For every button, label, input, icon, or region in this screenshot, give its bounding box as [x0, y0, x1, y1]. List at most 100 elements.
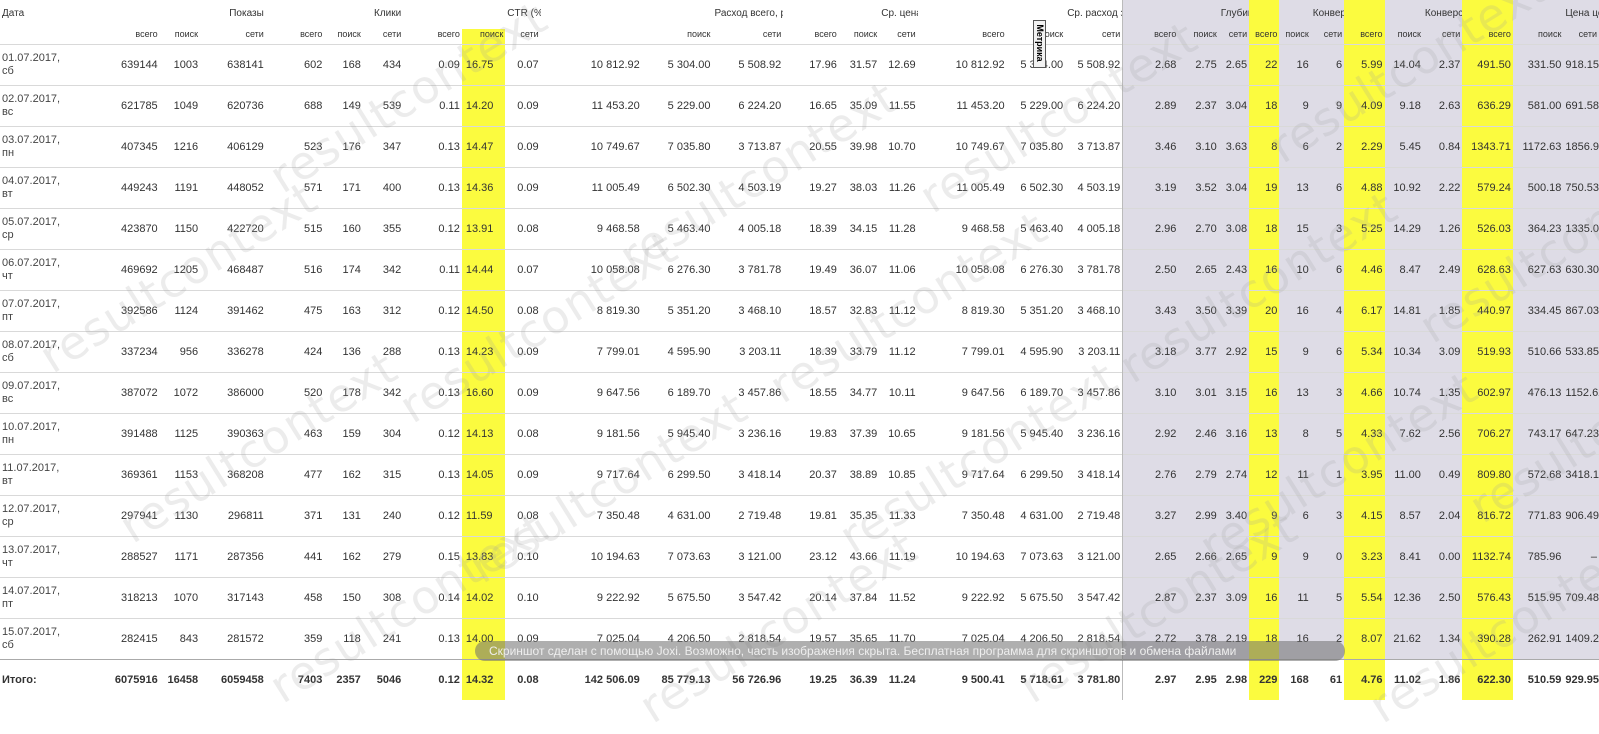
date-cell: 02.07.2017, вс: [0, 85, 71, 127]
table-cell: 6: [1310, 331, 1345, 373]
sub-header: поиск: [1178, 29, 1219, 45]
table-cell: 9 717.64: [540, 454, 642, 496]
table-cell: 16: [1279, 290, 1311, 332]
table-cell: 334.45: [1512, 290, 1564, 332]
table-cell: 13: [1249, 413, 1280, 455]
table-row: 14.07.2017, пт 318213 1070 317143 458 150 308 0.…: [0, 577, 1599, 619]
table-cell: 2.22: [1422, 167, 1463, 209]
sub-header: всего: [1122, 29, 1179, 45]
table-cell: 5 675.50: [641, 577, 713, 619]
table-cell: 4 631.00: [641, 495, 713, 537]
table-cell: 515: [265, 208, 325, 250]
table-cell: 0.09: [505, 331, 541, 373]
table-cell: 0.11: [403, 249, 462, 291]
metrika-tab[interactable]: Метрика: [1033, 20, 1046, 68]
table-cell: 7 035.80: [1006, 126, 1066, 168]
date-cell: 03.07.2017, пн: [0, 126, 71, 168]
table-cell: 2.92: [1122, 413, 1179, 455]
table-cell: 21.62: [1384, 618, 1423, 660]
table-cell: 630.30: [1563, 249, 1599, 291]
table-cell: 2.49: [1422, 249, 1463, 291]
header-depth: Глубина (стр.): [1218, 0, 1250, 29]
table-row: 02.07.2017, вс 621785 1049 620736 688 149 539 0.…: [0, 85, 1599, 127]
table-cell: 6075916: [70, 659, 160, 700]
table-cell: 5 463.40: [641, 208, 713, 250]
table-cell: 2.68: [1122, 44, 1179, 86]
table-cell: 2 719.48: [712, 495, 784, 537]
table-cell: 440.97: [1462, 290, 1513, 332]
table-cell: 318213: [70, 577, 160, 619]
table-cell: 3.18: [1122, 331, 1179, 373]
table-cell: 304: [362, 413, 404, 455]
table-cell: 3.40: [1218, 495, 1250, 537]
table-cell: 337234: [70, 331, 160, 373]
table-cell: 279: [362, 536, 404, 578]
table-row: 13.07.2017, чт 288527 1171 287356 441 162 279 0.…: [0, 536, 1599, 578]
table-cell: 11 453.20: [917, 85, 1007, 127]
table-cell: 510.59: [1512, 659, 1564, 700]
table-cell: 476.13: [1512, 372, 1564, 414]
table-cell: 5 304.00: [641, 44, 713, 86]
table-cell: 10.11: [879, 372, 918, 414]
table-cell: 11.02: [1384, 659, 1423, 700]
table-cell: 336278: [200, 331, 266, 373]
table-cell: 5 945.40: [1006, 413, 1066, 455]
table-cell: 19.27: [783, 167, 839, 209]
table-cell: 331.50: [1512, 44, 1564, 86]
table-cell: 956: [159, 331, 201, 373]
table-cell: 0.11: [403, 85, 462, 127]
table-cell: 515.95: [1512, 577, 1564, 619]
table-cell: 369361: [70, 454, 160, 496]
table-cell: 526.03: [1462, 208, 1513, 250]
table-cell: 7 350.48: [917, 495, 1007, 537]
table-cell: 8: [1279, 413, 1311, 455]
table-cell: 1125: [159, 413, 201, 455]
date-value: 09.07.2017,: [2, 380, 61, 392]
table-cell: 2.96: [1122, 208, 1179, 250]
table-cell: 2.29: [1344, 126, 1385, 168]
table-cell: 11.12: [879, 331, 918, 373]
table-cell: 809.80: [1462, 454, 1513, 496]
table-cell: 9 468.58: [917, 208, 1007, 250]
table-cell: 0.49: [1422, 454, 1463, 496]
table-cell: 400: [362, 167, 404, 209]
table-cell: 1171: [159, 536, 201, 578]
table-cell: 406129: [200, 126, 266, 168]
table-cell: 262.91: [1512, 618, 1564, 660]
table-cell: 5 229.00: [1006, 85, 1066, 127]
table-cell: 2.97: [1122, 659, 1179, 700]
date-cell: 05.07.2017, ср: [0, 208, 71, 250]
table-cell: 516: [265, 249, 325, 291]
table-cell: 2.37: [1178, 85, 1219, 127]
table-cell: 168: [324, 44, 363, 86]
table-cell: 6 276.30: [1006, 249, 1066, 291]
table-cell: 2.37: [1178, 577, 1219, 619]
table-cell: 355: [362, 208, 404, 250]
table-cell: 16.60: [461, 372, 506, 414]
table-cell: 34.77: [838, 372, 880, 414]
table-cell: 0.12: [403, 495, 462, 537]
table-cell: 23.12: [783, 536, 839, 578]
header-date: Дата: [2, 8, 25, 19]
table-cell: 61: [1310, 659, 1345, 700]
table-cell: 12.36: [1384, 577, 1423, 619]
date-value: 07.07.2017,: [2, 298, 61, 310]
table-cell: 816.72: [1462, 495, 1513, 537]
table-cell: 10 058.08: [540, 249, 642, 291]
table-cell: 3 236.16: [712, 413, 784, 455]
table-cell: 500.18: [1512, 167, 1564, 209]
table-cell: 0.09: [403, 44, 462, 86]
table-cell: –: [1563, 536, 1599, 578]
table-cell: 14.29: [1384, 208, 1423, 250]
table-cell: 4 005.18: [712, 208, 784, 250]
table-cell: 39.98: [838, 126, 880, 168]
table-cell: 2.92: [1218, 331, 1250, 373]
header-ctr: CTR (%): [507, 8, 540, 19]
table-cell: 11 453.20: [540, 85, 642, 127]
table-cell: 9.18: [1384, 85, 1423, 127]
table-cell: 85 779.13: [641, 659, 713, 700]
table-cell: 2.74: [1218, 454, 1250, 496]
table-cell: 13: [1279, 372, 1311, 414]
table-cell: 1191: [159, 167, 201, 209]
table-cell: 281572: [200, 618, 266, 660]
